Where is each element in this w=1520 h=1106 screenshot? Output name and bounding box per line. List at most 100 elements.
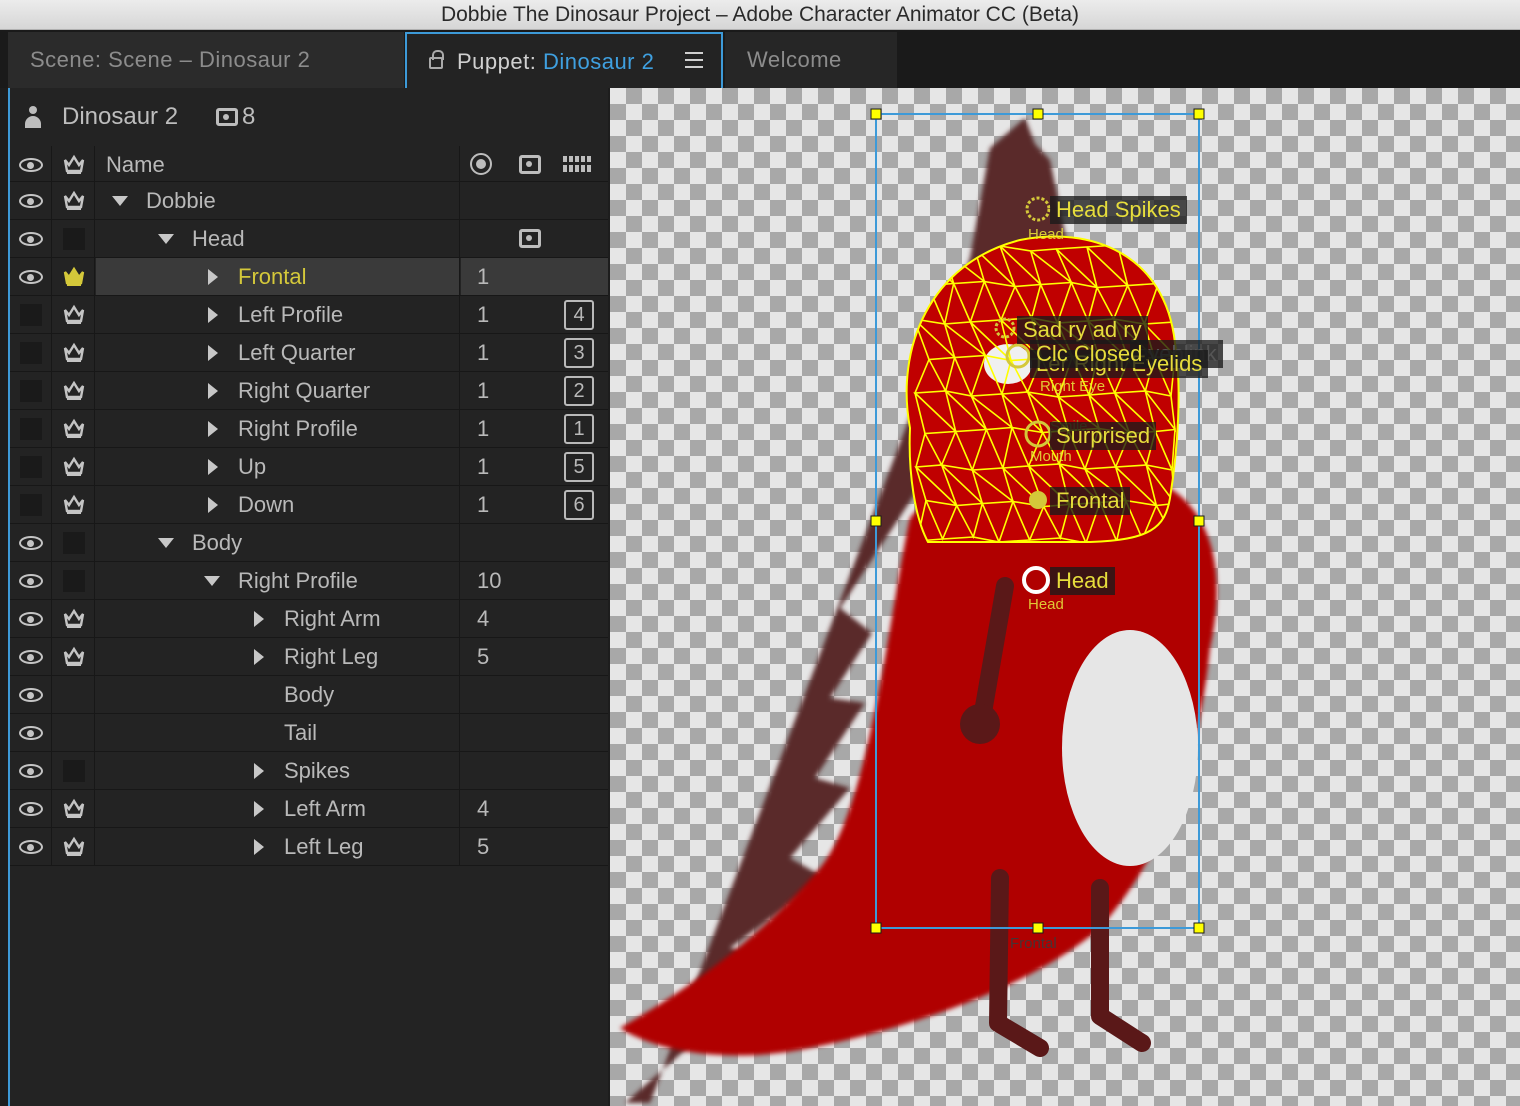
expand-triangle-icon[interactable] [208,269,218,285]
visibility-cell[interactable] [10,486,52,523]
layer-row[interactable]: Dobbie [10,182,608,220]
layer-name-cell[interactable]: Dobbie [96,182,460,219]
visibility-cell[interactable] [10,676,52,713]
keyboard-trigger-badge[interactable]: 3 [564,338,594,368]
visibility-cell[interactable] [10,220,52,257]
visibility-eye-icon[interactable] [19,232,43,246]
layer-row[interactable]: Right Profile 1 1 [10,410,608,448]
crown-icon[interactable] [63,456,85,478]
expand-triangle-icon[interactable] [254,649,264,665]
crown-icon[interactable] [63,494,85,516]
independence-cell[interactable] [53,372,95,409]
independence-cell[interactable] [53,448,95,485]
layer-name-cell[interactable]: Up [96,448,460,485]
independence-cell[interactable] [53,182,95,219]
independence-cell[interactable] [53,676,95,713]
surprised-tag[interactable]: Surprised [1050,422,1157,450]
layer-name-cell[interactable]: Left Quarter [96,334,460,371]
visibility-eye-icon[interactable] [19,650,43,664]
layer-name-cell[interactable]: Left Leg [96,828,460,865]
layer-row[interactable]: Right Leg 5 [10,638,608,676]
crown-icon[interactable] [63,646,85,668]
visibility-cell[interactable] [10,562,52,599]
independence-cell[interactable] [53,258,95,295]
crown-icon[interactable] [63,342,85,364]
visibility-eye-icon[interactable] [19,574,43,588]
layer-name-cell[interactable]: Body [96,524,460,561]
panel-menu-icon[interactable] [685,52,703,68]
layer-name-cell[interactable]: Right Profile [96,410,460,447]
lock-icon[interactable] [429,50,444,69]
layer-row[interactable]: Body [10,524,608,562]
crown-icon[interactable] [63,798,85,820]
independence-cell[interactable] [53,790,95,827]
layer-row[interactable]: Left Arm 4 [10,790,608,828]
layer-row[interactable]: Left Quarter 1 3 [10,334,608,372]
crown-icon[interactable] [63,836,85,858]
keyboard-trigger-badge[interactable]: 6 [564,490,594,520]
independence-cell[interactable] [53,486,95,523]
visibility-cell[interactable] [10,752,52,789]
independence-cell[interactable] [53,220,95,257]
visibility-eye-icon[interactable] [19,764,43,778]
independence-toggle-empty[interactable] [63,570,85,592]
visibility-eye-icon[interactable] [19,270,43,284]
independence-cell[interactable] [53,638,95,675]
tab-puppet[interactable]: Puppet: Dinosaur 2 [405,32,723,88]
independence-cell[interactable] [53,752,95,789]
layer-name-cell[interactable]: Down [96,486,460,523]
independence-toggle-empty[interactable] [63,228,85,250]
layer-row[interactable]: Left Leg 5 [10,828,608,866]
visibility-cell[interactable] [10,790,52,827]
expand-triangle-icon[interactable] [254,801,264,817]
visibility-cell[interactable] [10,372,52,409]
visibility-toggle-empty[interactable] [20,418,42,440]
independence-cell[interactable] [53,524,95,561]
independence-cell[interactable] [53,714,95,751]
expand-triangle-icon[interactable] [208,307,218,323]
collapse-triangle-icon[interactable] [204,576,220,586]
crown-icon[interactable] [63,190,85,212]
visibility-cell[interactable] [10,296,52,333]
head-tag[interactable]: Head [1050,567,1115,595]
layer-row[interactable]: Body [10,676,608,714]
head-spikes-tag[interactable]: Head Spikes [1050,196,1187,224]
layer-row[interactable]: Spikes [10,752,608,790]
visibility-eye-icon[interactable] [19,194,43,208]
keyboard-trigger-badge[interactable]: 4 [564,300,594,330]
puppet-canvas[interactable]: Head Spikes Head Sad ry ad ry eyeblink L… [610,88,1520,1106]
visibility-eye-icon[interactable] [19,688,43,702]
visibility-cell[interactable] [10,600,52,637]
visibility-eye-icon[interactable] [19,802,43,816]
visibility-cell[interactable] [10,182,52,219]
expand-triangle-icon[interactable] [254,839,264,855]
visibility-eye-icon[interactable] [19,612,43,626]
crown-icon[interactable] [63,304,85,326]
layer-row[interactable]: Tail [10,714,608,752]
visibility-cell[interactable] [10,410,52,447]
visibility-toggle-empty[interactable] [20,380,42,402]
tab-scene[interactable]: Scene: Scene – Dinosaur 2 [8,32,404,88]
visibility-cell[interactable] [10,638,52,675]
visibility-eye-icon[interactable] [19,726,43,740]
layer-row[interactable]: Right Arm 4 [10,600,608,638]
independence-cell[interactable] [53,410,95,447]
visibility-cell[interactable] [10,258,52,295]
independence-cell[interactable] [53,828,95,865]
visibility-toggle-empty[interactable] [20,304,42,326]
layer-name-cell[interactable]: Frontal [96,258,460,295]
independence-toggle-empty[interactable] [63,760,85,782]
layer-row[interactable]: Frontal 1 [10,258,608,296]
expand-triangle-icon[interactable] [208,383,218,399]
keyboard-trigger-badge[interactable]: 1 [564,414,594,444]
expand-triangle-icon[interactable] [208,421,218,437]
keyboard-trigger-badge[interactable]: 5 [564,452,594,482]
layer-name-cell[interactable]: Left Arm [96,790,460,827]
layer-row[interactable]: Right Profile 10 [10,562,608,600]
collapse-triangle-icon[interactable] [112,196,128,206]
layer-name-cell[interactable]: Left Profile [96,296,460,333]
visibility-eye-icon[interactable] [19,536,43,550]
visibility-toggle-empty[interactable] [20,456,42,478]
layer-row[interactable]: Head [10,220,608,258]
layer-row[interactable]: Down 1 6 [10,486,608,524]
